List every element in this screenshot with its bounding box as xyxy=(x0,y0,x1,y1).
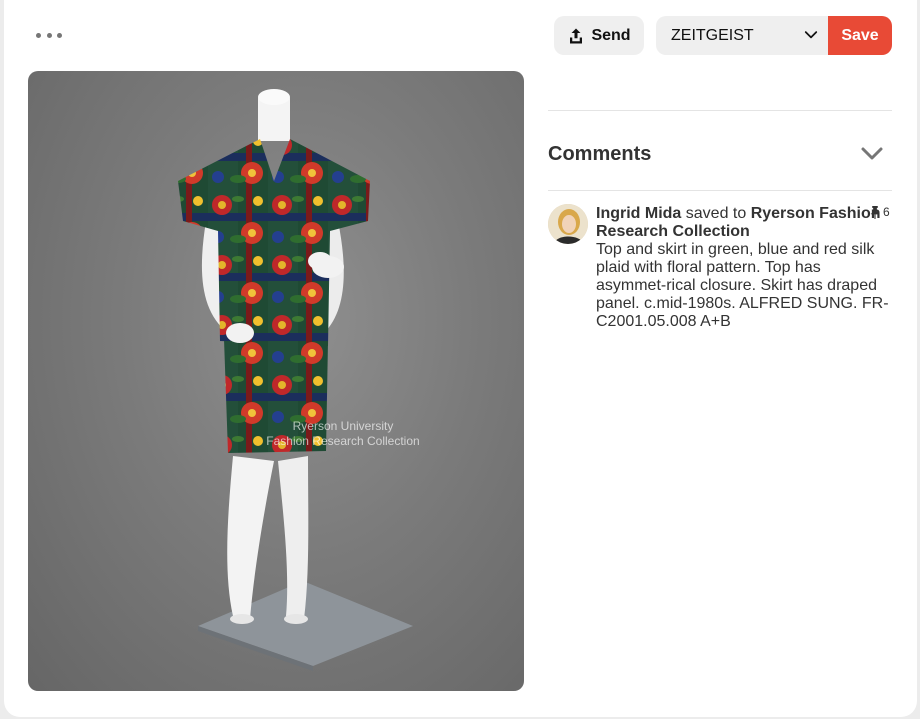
more-options-button[interactable] xyxy=(36,26,62,44)
activity-action-text: saved to xyxy=(681,205,751,222)
section-divider xyxy=(548,190,892,191)
chevron-down-icon[interactable] xyxy=(860,144,884,164)
board-dropdown-value: ZEITGEIST xyxy=(671,26,754,44)
pin-description: Top and skirt in green, blue and red sil… xyxy=(596,241,889,330)
chevron-down-icon xyxy=(804,31,818,39)
pin-image[interactable]: Ryerson University Fashion Research Coll… xyxy=(28,71,524,691)
send-button-label: Send xyxy=(591,26,631,44)
image-watermark: Ryerson University Fashion Research Coll… xyxy=(266,419,420,448)
user-name-link[interactable]: Ingrid Mida xyxy=(596,205,681,222)
avatar[interactable] xyxy=(548,204,588,244)
more-horizontal-icon xyxy=(36,32,41,38)
section-divider xyxy=(548,110,892,111)
send-button[interactable]: Send xyxy=(554,16,644,55)
activity-comment: Ingrid Mida saved to Ryerson Fashion Res… xyxy=(596,205,892,331)
save-button[interactable]: Save xyxy=(828,16,892,55)
user-photo xyxy=(548,204,588,244)
share-upload-icon xyxy=(570,28,583,43)
mannequin-photo xyxy=(178,89,413,671)
pin-count-badge: 6 xyxy=(870,205,890,219)
comments-heading: Comments xyxy=(548,143,652,165)
pushpin-icon xyxy=(871,205,879,219)
pin-count: 6 xyxy=(883,205,890,219)
board-dropdown[interactable]: ZEITGEIST xyxy=(656,16,830,55)
